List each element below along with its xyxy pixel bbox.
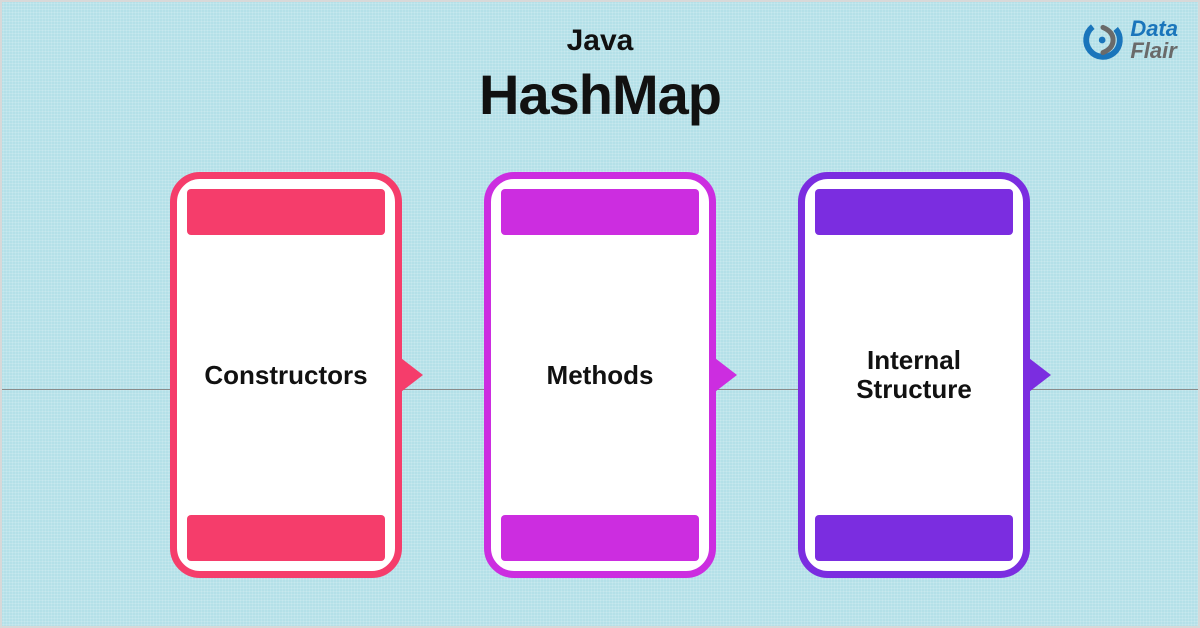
card-top-bar: [187, 189, 385, 235]
card-bottom-bar: [815, 515, 1013, 561]
card-constructors: Constructors: [170, 172, 402, 578]
page-subtitle: Java: [2, 24, 1198, 58]
dataflair-logo-icon: [1082, 19, 1124, 61]
card-top-bar: [815, 189, 1013, 235]
card-body: Methods: [491, 245, 709, 505]
brand-logo: Data Flair: [1082, 18, 1178, 62]
arrow-right-icon: [397, 355, 423, 395]
card-body: Internal Structure: [805, 245, 1023, 505]
brand-logo-word1: Data: [1130, 18, 1178, 40]
card-label: Methods: [547, 361, 654, 390]
brand-logo-text: Data Flair: [1130, 18, 1178, 62]
card-internal-structure: Internal Structure: [798, 172, 1030, 578]
card-bottom-bar: [187, 515, 385, 561]
card-methods: Methods: [484, 172, 716, 578]
arrow-right-icon: [711, 355, 737, 395]
title-area: Java HashMap: [2, 2, 1198, 127]
page-title: HashMap: [2, 62, 1198, 127]
card-bottom-bar: [501, 515, 699, 561]
card-top-bar: [501, 189, 699, 235]
card-row: Constructors Methods Internal Structure: [2, 172, 1198, 578]
card-label: Constructors: [204, 361, 367, 390]
brand-logo-word2: Flair: [1130, 40, 1178, 62]
card-body: Constructors: [177, 245, 395, 505]
card-label: Internal Structure: [815, 346, 1013, 403]
arrow-right-icon: [1025, 355, 1051, 395]
